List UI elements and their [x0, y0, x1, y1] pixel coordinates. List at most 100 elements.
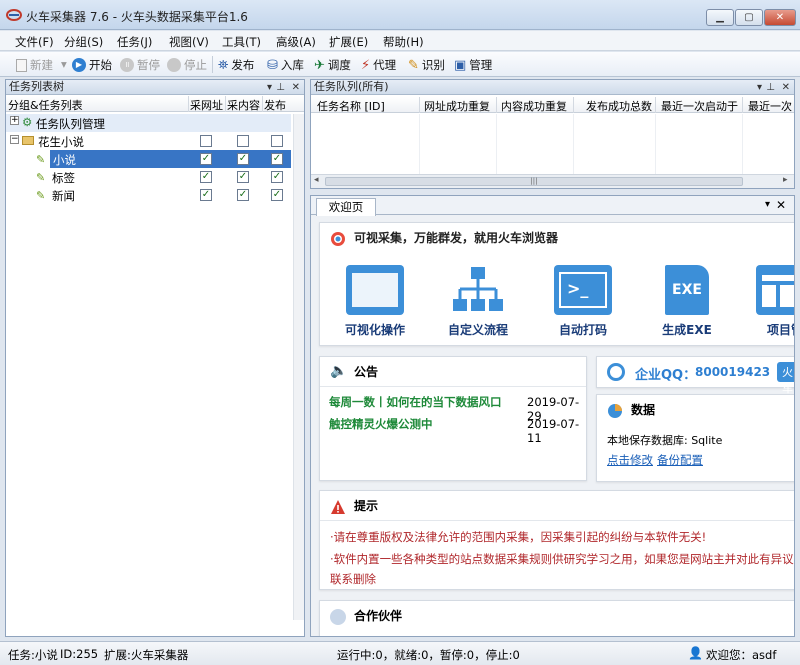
checkbox-content[interactable] — [237, 135, 249, 147]
minimize-button[interactable]: ▁ — [706, 9, 734, 26]
status-run-counts: 运行中:0，就绪:0，暂停:0，停止:0 — [337, 648, 520, 662]
monitor-icon: ▣ — [454, 57, 467, 73]
col-collect-content[interactable]: 采内容 — [227, 97, 260, 113]
recognize-button[interactable]: ✎ 识别 — [408, 57, 445, 73]
task-tag-icon: ✎ — [36, 153, 46, 166]
scroll-left-icon[interactable]: ◂ — [314, 175, 319, 185]
checkbox-content[interactable]: ✓ — [237, 153, 249, 165]
tab-menu-icon[interactable]: ▾ — [765, 199, 770, 210]
collapse-icon[interactable]: − — [10, 135, 19, 144]
menu-task[interactable]: 任务(J) — [117, 34, 152, 50]
warning-icon — [331, 500, 345, 514]
checkbox-publish[interactable]: ✓ — [271, 153, 283, 165]
qq-icon — [607, 363, 625, 381]
pause-button[interactable]: ॥ 暂停 — [120, 57, 160, 73]
tree-label: 小说 — [50, 150, 190, 168]
status-id: ID:255 — [60, 647, 99, 661]
feature-custom-flow[interactable]: 自定义流程 — [433, 251, 523, 338]
tree-vertical-scrollbar[interactable] — [293, 114, 304, 620]
maximize-button[interactable]: ▢ — [735, 9, 763, 26]
notice-link[interactable]: 触控精灵火爆公测中 — [329, 416, 433, 432]
dropdown-arrow-icon[interactable]: ▾ — [61, 57, 67, 71]
tree-row-group[interactable]: − 花生小说 — [6, 132, 291, 150]
close-window-button[interactable]: ✕ — [764, 9, 796, 26]
data-title: 数据 — [631, 403, 656, 417]
col-last-start[interactable]: 最近一次启动于 — [661, 98, 738, 114]
publish-button[interactable]: ⛯ 发布 — [218, 57, 254, 73]
menu-extension[interactable]: 扩展(E) — [329, 34, 368, 50]
col-content-success[interactable]: 内容成功重复 — [501, 98, 567, 114]
menu-advanced[interactable]: 高级(A) — [276, 34, 316, 50]
data-card: 数据 本地保存数据库: Sqlite 点击修改 备份配置 — [596, 394, 794, 482]
task-tag-icon: ✎ — [36, 189, 46, 202]
tab-welcome[interactable]: 欢迎页 — [316, 198, 376, 216]
stop-button[interactable]: 停止 — [167, 57, 207, 73]
panel-close-icon[interactable]: ✕ — [292, 81, 300, 95]
col-publish-total[interactable]: 发布成功总数 — [586, 98, 652, 114]
tree-label: 标签 — [52, 171, 75, 185]
import-button[interactable]: ⛁ 入库 — [267, 57, 304, 73]
task-tree-columns: 分组&任务列表 采网址 采内容 发布 — [6, 96, 304, 112]
queue-horizontal-scrollbar[interactable]: ◂ ||| ▸ — [311, 174, 794, 188]
status-task: 任务:小说 — [8, 648, 58, 662]
tree-row-task-news[interactable]: ✎ 新闻 ✓ ✓ ✓ — [6, 186, 291, 204]
feature-project-manage[interactable]: 项目管 — [740, 251, 794, 338]
pin-icon[interactable]: ⊥ — [766, 81, 775, 95]
feature-visual-ops[interactable]: 可视化操作 — [330, 251, 420, 338]
checkbox-content[interactable]: ✓ — [237, 171, 249, 183]
recognize-icon: ✎ — [408, 57, 419, 73]
col-publish[interactable]: 发布 — [264, 97, 286, 113]
menu-tools[interactable]: 工具(T) — [222, 34, 261, 50]
window-list-icon — [346, 265, 404, 315]
backup-config-link[interactable]: 备份配置 — [657, 452, 703, 468]
checkbox-publish[interactable]: ✓ — [271, 189, 283, 201]
menu-group[interactable]: 分组(S) — [64, 34, 103, 50]
status-bar: 任务:小说 ID:255 扩展:火车采集器 运行中:0，就绪:0，暂停:0，停止… — [0, 641, 800, 665]
partners-icon — [330, 609, 346, 625]
col-last[interactable]: 最近一次 — [748, 98, 794, 114]
title-bar[interactable]: 火车采集器 7.6 - 火车头数据采集平台1.6 ▁ ▢ ✕ — [0, 0, 800, 30]
tree-row-task-novel[interactable]: ✎ 小说 ✓ ✓ ✓ — [6, 150, 291, 168]
menu-file[interactable]: 文件(F) — [15, 34, 54, 50]
schedule-icon: ✈ — [314, 57, 325, 73]
feature-generate-exe[interactable]: EXE 生成EXE — [642, 251, 732, 338]
pin-icon[interactable]: ⊥ — [276, 81, 285, 95]
menu-view[interactable]: 视图(V) — [169, 34, 209, 50]
proxy-button[interactable]: ⚡ 代理 — [361, 57, 396, 73]
scroll-thumb[interactable]: ||| — [325, 177, 743, 186]
checkbox-url[interactable]: ✓ — [200, 171, 212, 183]
scroll-right-icon[interactable]: ▸ — [783, 175, 788, 185]
checkbox-publish[interactable]: ✓ — [271, 171, 283, 183]
tips-card: 提示 ·请在尊重版权及法律允许的范围内采集，因采集引起的纠纷与本软件无关! ·软… — [319, 490, 794, 590]
col-url-success[interactable]: 网址成功重复 — [424, 98, 490, 114]
schedule-button[interactable]: ✈ 调度 — [314, 57, 351, 73]
checkbox-url[interactable]: ✓ — [200, 153, 212, 165]
notice-title: 公告 — [320, 357, 586, 387]
welcome-panel: 欢迎页 ▾ ✕ 可视采集，万能群发，就用火车浏览器 可视化操作 自定义流程 >_… — [310, 195, 795, 637]
checkbox-url[interactable] — [200, 135, 212, 147]
checkbox-content[interactable]: ✓ — [237, 189, 249, 201]
col-task-name[interactable]: 任务名称 [ID] — [317, 98, 385, 114]
start-button[interactable]: ▶ 开始 — [72, 57, 112, 73]
manage-button[interactable]: ▣ 管理 — [454, 57, 492, 73]
feature-auto-captcha[interactable]: >_ 自动打码 — [538, 251, 628, 338]
checkbox-publish[interactable] — [271, 135, 283, 147]
col-group-task[interactable]: 分组&任务列表 — [8, 97, 83, 113]
menu-help[interactable]: 帮助(H) — [383, 34, 424, 50]
terminal-icon: >_ — [554, 265, 612, 315]
checkbox-url[interactable]: ✓ — [200, 189, 212, 201]
notice-link[interactable]: 每周一数丨如何在的当下数据风口 — [329, 394, 502, 410]
expand-icon[interactable]: + — [10, 116, 19, 125]
tab-close-icon[interactable]: ✕ — [776, 198, 786, 212]
panel-close-icon[interactable]: ✕ — [782, 81, 790, 95]
new-button[interactable]: 新建 — [16, 57, 53, 73]
panel-menu-icon[interactable]: ▾ — [757, 81, 762, 95]
notice-card: 公告 🔈 每周一数丨如何在的当下数据风口 2019-07-29 触控精灵火爆公测… — [319, 356, 587, 481]
tree-row-task-tag[interactable]: ✎ 标签 ✓ ✓ ✓ — [6, 168, 291, 186]
panel-menu-icon[interactable]: ▾ — [267, 81, 272, 95]
tree-row-queue[interactable]: + ⚙ 任务队列管理 — [6, 114, 291, 132]
edit-db-link[interactable]: 点击修改 — [607, 452, 653, 468]
exe-file-icon: EXE — [665, 265, 709, 315]
col-collect-url[interactable]: 采网址 — [190, 97, 223, 113]
qq-contact-button[interactable]: 火车 — [777, 362, 794, 395]
